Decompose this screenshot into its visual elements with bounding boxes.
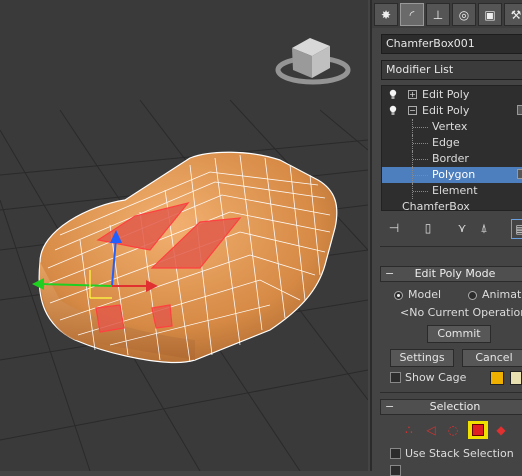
cancel-button[interactable]: Cancel — [462, 349, 522, 367]
stack-item[interactable]: + Edit Poly — [382, 87, 522, 103]
model-label: Model — [408, 288, 442, 301]
make-unique-icon[interactable]: ⋎ — [453, 219, 471, 237]
chamferbox-mesh — [38, 151, 338, 363]
use-stack-selection-label: Use Stack Selection — [405, 447, 514, 460]
use-stack-selection-checkbox[interactable] — [390, 448, 401, 459]
cage-selected-color-swatch[interactable] — [510, 371, 522, 385]
stack-item-label: Border — [432, 152, 469, 165]
collapse-icon[interactable]: − — [408, 106, 417, 115]
display-tab-icon[interactable]: ▣ — [478, 3, 502, 26]
configure-sets-icon[interactable]: ▤ — [511, 219, 522, 239]
stack-item-label: ChamferBox — [402, 200, 470, 211]
stack-item[interactable]: − Edit Poly — [382, 103, 522, 119]
stack-item-label: Edit Poly — [422, 88, 470, 101]
border-mode-icon[interactable]: ◌ — [444, 421, 462, 439]
animate-radio[interactable] — [468, 291, 477, 300]
create-tab-icon[interactable]: ✸ — [374, 3, 398, 26]
stack-toolbar: ⊣ ▯ ⋎ ⍋ ▤ — [381, 216, 522, 240]
viewport-scene — [0, 38, 368, 471]
stack-item-label: Edit Poly — [422, 104, 470, 117]
show-cage-checkbox[interactable] — [390, 372, 401, 383]
utilities-tab-icon[interactable]: ⚒ — [504, 3, 522, 26]
rollout-title: Selection — [429, 400, 481, 413]
show-cage-label: Show Cage — [405, 371, 467, 384]
divider — [380, 246, 522, 247]
model-radio[interactable] — [394, 291, 403, 300]
vertex-mode-icon[interactable]: ∴ — [400, 421, 418, 439]
stack-item[interactable]: ChamferBox — [382, 199, 522, 211]
expand-icon[interactable]: + — [408, 90, 417, 99]
current-operation-text: <No Current Operation> — [400, 306, 522, 319]
modifier-stack[interactable]: + Edit Poly − Edit Poly Vertex Edge Bord… — [381, 85, 522, 211]
show-end-result-icon[interactable]: ▯ — [419, 219, 437, 237]
edge-mode-icon[interactable]: ◁ — [422, 421, 440, 439]
pin-stack-icon[interactable]: ⊣ — [385, 219, 403, 237]
stack-item-toggle[interactable] — [517, 169, 522, 179]
command-panel: ✸ ◜ ⊥ ◎ ▣ ⚒ ChamferBox001 Modifier List … — [370, 0, 522, 476]
subobject-element[interactable]: Element — [382, 183, 522, 199]
subobject-polygon[interactable]: Polygon — [382, 167, 522, 183]
subobject-vertex[interactable]: Vertex — [382, 119, 522, 135]
stack-item-label: Element — [432, 184, 478, 197]
stack-item-label: Edge — [432, 136, 460, 149]
remove-modifier-icon[interactable]: ⍋ — [475, 219, 493, 237]
commit-button[interactable]: Commit — [427, 325, 491, 343]
stack-item-label: Polygon — [432, 168, 476, 181]
settings-button[interactable]: Settings — [390, 349, 454, 367]
perspective-viewport[interactable] — [0, 0, 368, 471]
hierarchy-tab-icon[interactable]: ⊥ — [426, 3, 450, 26]
lightbulb-icon — [389, 89, 397, 99]
stack-item-label: Vertex — [432, 120, 468, 133]
command-panel-tabs: ✸ ◜ ⊥ ◎ ▣ ⚒ — [372, 0, 522, 28]
cage-color-swatch[interactable] — [490, 371, 504, 385]
collapse-icon: − — [385, 267, 395, 280]
motion-tab-icon[interactable]: ◎ — [452, 3, 476, 26]
selection-rollout[interactable]: − Selection — [380, 399, 522, 415]
collapse-icon: − — [385, 400, 395, 413]
rollout-title: Edit Poly Mode — [414, 267, 496, 280]
animate-label: Animate — [482, 288, 522, 301]
lightbulb-icon — [389, 105, 397, 115]
stack-item-toggle[interactable] — [517, 105, 522, 115]
polygon-mode-icon[interactable] — [468, 421, 488, 439]
object-name-field[interactable]: ChamferBox001 — [381, 34, 522, 54]
subobject-border[interactable]: Border — [382, 151, 522, 167]
divider — [380, 392, 522, 393]
edit-poly-mode-rollout[interactable]: − Edit Poly Mode — [380, 266, 522, 282]
modify-tab-icon[interactable]: ◜ — [400, 3, 424, 26]
modifier-list-dropdown[interactable]: Modifier List — [381, 60, 522, 80]
subobject-edge[interactable]: Edge — [382, 135, 522, 151]
element-mode-icon[interactable]: ◆ — [492, 421, 510, 439]
polygon-square-icon — [472, 424, 484, 436]
viewcube-icon — [275, 38, 351, 85]
